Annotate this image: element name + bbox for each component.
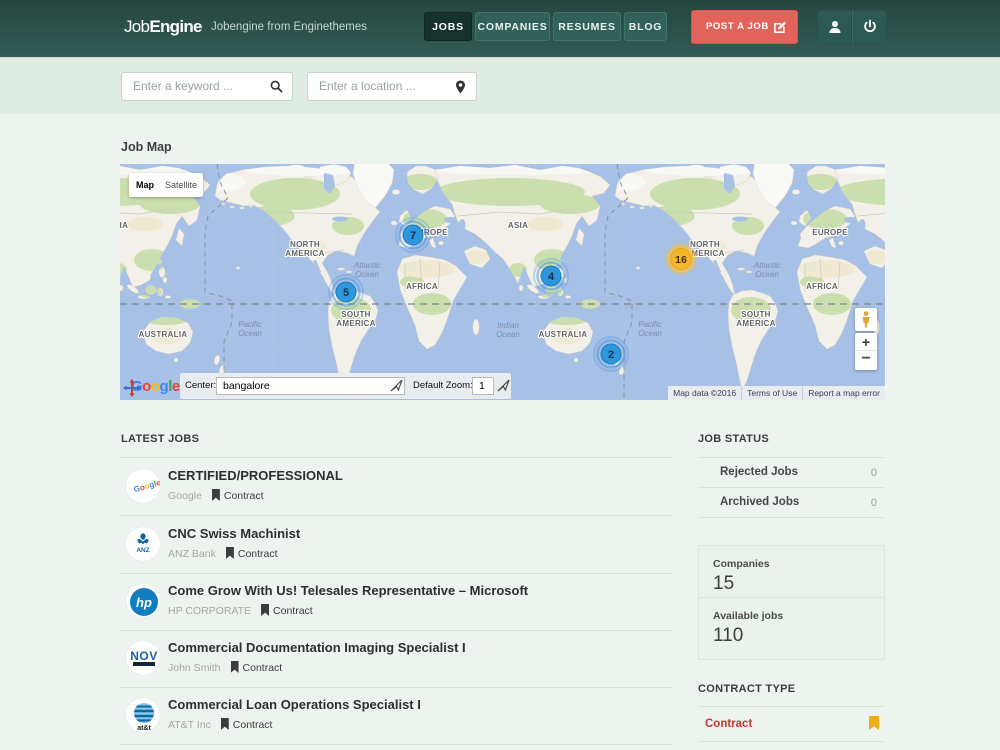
svg-text:SOUTH: SOUTH bbox=[741, 310, 771, 319]
svg-text:AUSTRALIA: AUSTRALIA bbox=[139, 330, 188, 339]
svg-text:4: 4 bbox=[548, 271, 555, 283]
svg-text:Pacific: Pacific bbox=[238, 320, 262, 329]
svg-text:Atlantic: Atlantic bbox=[753, 261, 780, 270]
svg-text:EUROPE: EUROPE bbox=[812, 228, 848, 237]
svg-text:Atlantic: Atlantic bbox=[353, 261, 380, 270]
svg-text:ASIA: ASIA bbox=[508, 221, 528, 230]
svg-text:Pacific: Pacific bbox=[638, 320, 662, 329]
svg-text:Ocean: Ocean bbox=[496, 330, 520, 339]
svg-text:Ocean: Ocean bbox=[755, 270, 779, 279]
svg-text:Ocean: Ocean bbox=[355, 270, 379, 279]
svg-text:Ocean: Ocean bbox=[638, 329, 662, 338]
svg-text:5: 5 bbox=[343, 287, 349, 299]
svg-text:AFRICA: AFRICA bbox=[406, 282, 438, 291]
svg-text:NORTH: NORTH bbox=[290, 240, 320, 249]
svg-text:7: 7 bbox=[410, 230, 416, 242]
svg-text:NORTH: NORTH bbox=[690, 240, 720, 249]
svg-text:Ocean: Ocean bbox=[238, 329, 262, 338]
svg-text:AMERICA: AMERICA bbox=[285, 249, 324, 258]
svg-text:ANZ: ANZ bbox=[136, 547, 149, 554]
svg-text:Indian: Indian bbox=[497, 321, 519, 330]
svg-text:Google: Google bbox=[133, 478, 160, 494]
svg-text:NOV: NOV bbox=[130, 649, 158, 663]
svg-text:at&t: at&t bbox=[137, 725, 151, 732]
svg-text:2: 2 bbox=[608, 349, 614, 361]
svg-text:AFRICA: AFRICA bbox=[806, 282, 838, 291]
svg-text:ASIA: ASIA bbox=[120, 221, 128, 230]
svg-text:hp: hp bbox=[136, 595, 152, 610]
svg-text:16: 16 bbox=[675, 254, 687, 266]
svg-text:AUSTRALIA: AUSTRALIA bbox=[539, 330, 588, 339]
svg-text:AMERICA: AMERICA bbox=[336, 319, 375, 328]
svg-text:SOUTH: SOUTH bbox=[341, 310, 371, 319]
svg-text:AMERICA: AMERICA bbox=[736, 319, 775, 328]
